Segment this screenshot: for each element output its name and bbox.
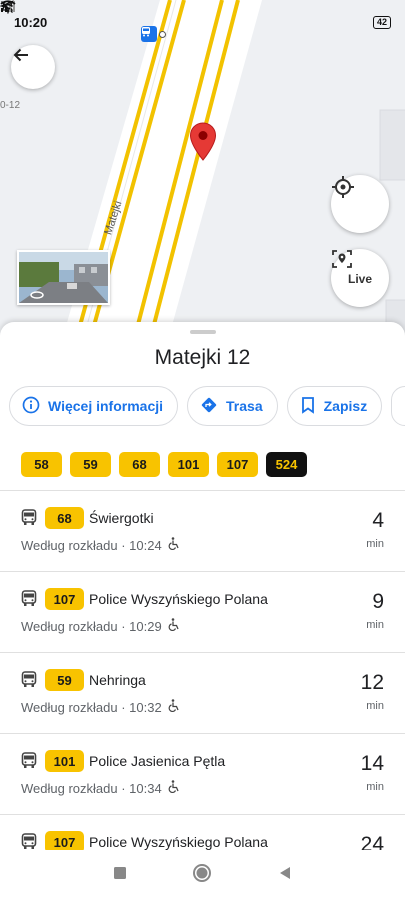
back-button[interactable] (11, 45, 55, 89)
minutes-unit: min (366, 781, 384, 793)
bus-icon (21, 752, 37, 774)
minutes-until: 12 (360, 671, 384, 694)
route-chip-night[interactable]: 524 (266, 452, 307, 477)
minutes-until: 14 (360, 752, 384, 775)
departure-schedule: Według rozkładu · 10:32 (21, 699, 180, 715)
minutes-until: 4 (372, 509, 384, 532)
bus-icon (21, 671, 37, 693)
sheet-drag-handle[interactable] (190, 330, 216, 334)
street-view-thumbnail[interactable] (17, 250, 110, 305)
minutes-unit: min (366, 538, 384, 550)
departure-destination: Nehringa (89, 672, 146, 688)
directions-label: Trasa (226, 398, 263, 414)
route-chip[interactable]: 107 (217, 452, 258, 477)
save-label: Zapisz (323, 398, 368, 414)
schedule-text: Według rozkładu · 10:29 (21, 618, 162, 634)
wheelchair-icon (168, 780, 180, 796)
departure-destination: Police Wyszyńskiego Polana (89, 834, 268, 850)
directions-button[interactable]: Trasa (187, 386, 278, 426)
departure-destination: Police Wyszyńskiego Polana (89, 591, 268, 607)
home-button[interactable] (192, 863, 212, 888)
live-label: Live (347, 272, 372, 286)
schedule-text: Według rozkładu · 10:24 (21, 537, 162, 553)
save-button[interactable]: Zapisz (286, 386, 383, 426)
minutes-until: 24 (360, 833, 384, 850)
route-chip[interactable]: 58 (21, 452, 62, 477)
bus-icon (21, 590, 37, 612)
departure-schedule: Według rozkładu · 10:24 (21, 537, 180, 553)
line-badge: 101 (45, 750, 84, 772)
recents-button[interactable] (113, 866, 127, 885)
live-view-button[interactable]: Live (331, 249, 389, 307)
minutes-unit: min (366, 700, 384, 712)
schedule-text: Według rozkładu · 10:34 (21, 780, 162, 796)
more-info-button[interactable]: Więcej informacji (9, 386, 179, 426)
departure-row[interactable]: 107 Police Wyszyńskiego Polana Według ro… (0, 572, 405, 653)
map-edge-label: 0-12 (0, 100, 21, 111)
bus-icon (21, 509, 37, 531)
departure-row[interactable]: 68 Świergotki Według rozkładu · 10:24 4 … (0, 491, 405, 572)
action-chips: Więcej informacji Trasa Zapisz (9, 386, 405, 426)
street-view-image (19, 252, 108, 303)
route-chip[interactable]: 68 (119, 452, 160, 477)
route-list: 58 59 68 101 107 524 (21, 452, 307, 477)
bus-icon (21, 833, 37, 850)
minutes-until: 9 (372, 590, 384, 613)
wheelchair-icon (168, 537, 180, 553)
line-badge: 68 (45, 507, 84, 529)
line-badge: 59 (45, 669, 84, 691)
route-chip[interactable]: 59 (70, 452, 111, 477)
departure-destination: Police Jasienica Pętla (89, 753, 226, 769)
battery-indicator: 42 (372, 15, 391, 29)
wheelchair-icon (168, 699, 180, 715)
place-title: Matejki 12 (154, 346, 251, 369)
status-bar: 10:20 42 (0, 0, 405, 44)
departure-schedule: Według rozkładu · 10:34 (21, 780, 180, 796)
place-sheet: Matejki 12 Więcej informacji Trasa Zapis… (0, 322, 405, 850)
more-info-label: Więcej informacji (48, 398, 164, 414)
bookmark-icon (300, 396, 316, 417)
system-nav-bar (0, 850, 405, 900)
departure-destination: Świergotki (89, 510, 154, 526)
more-actions-chip[interactable] (391, 386, 405, 426)
line-badge: 107 (45, 588, 84, 610)
departures-list: 68 Świergotki Według rozkładu · 10:24 4 … (0, 490, 405, 850)
schedule-text: Według rozkładu · 10:32 (21, 699, 162, 715)
status-time: 10:20 (14, 14, 48, 30)
back-nav-button[interactable] (278, 866, 292, 885)
departure-row[interactable]: 107 Police Wyszyńskiego Polana 24 (0, 815, 405, 850)
line-badge: 107 (45, 831, 84, 850)
wheelchair-icon (168, 618, 180, 634)
info-icon (22, 396, 40, 417)
my-location-button[interactable] (331, 175, 389, 233)
directions-icon (200, 396, 218, 417)
departure-row[interactable]: 101 Police Jasienica Pętla Według rozkła… (0, 734, 405, 815)
minutes-unit: min (366, 619, 384, 631)
route-chip[interactable]: 101 (168, 452, 209, 477)
map-view[interactable]: 10:20 42 Matejki 0-12 Live (0, 0, 405, 340)
departure-schedule: Według rozkładu · 10:29 (21, 618, 180, 634)
departure-row[interactable]: 59 Nehringa Według rozkładu · 10:32 12 m… (0, 653, 405, 734)
